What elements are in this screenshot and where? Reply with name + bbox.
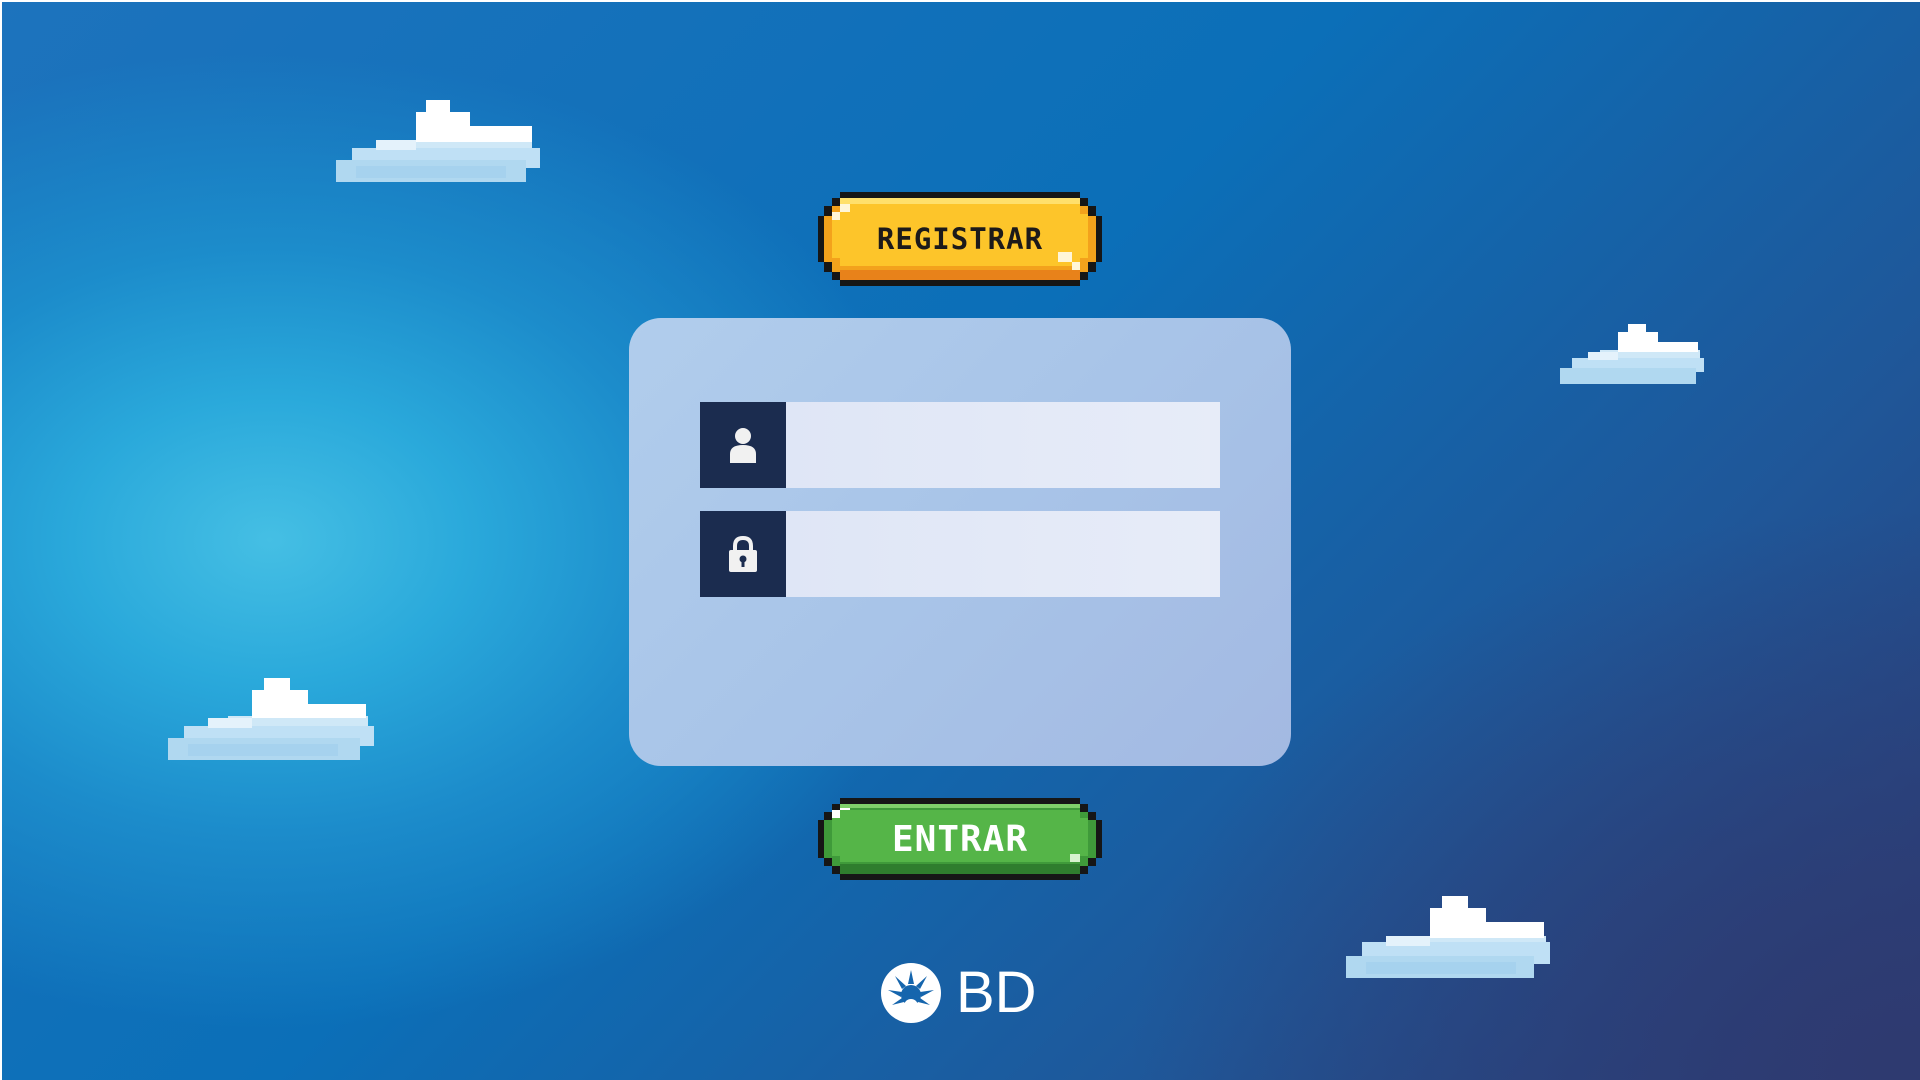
cloud-icon — [336, 100, 540, 184]
enter-button[interactable]: ENTRAR — [818, 798, 1102, 880]
password-input[interactable] — [786, 511, 1220, 597]
user-icon — [730, 428, 756, 463]
bd-logo-text: BD — [956, 960, 1037, 1025]
cloud-icon — [168, 678, 374, 762]
bd-logo-mark-icon — [881, 963, 941, 1023]
username-input[interactable] — [786, 402, 1220, 488]
username-field-row — [700, 402, 1220, 488]
password-field-row — [700, 511, 1220, 597]
frame-left-line — [0, 0, 2, 1080]
lock-icon — [729, 535, 757, 572]
password-icon-box — [700, 511, 786, 597]
cloud-icon — [1346, 896, 1550, 980]
username-icon-box — [700, 402, 786, 488]
cloud-icon — [1560, 324, 1704, 384]
frame-top-line — [0, 0, 1920, 2]
bd-logo: BD — [880, 960, 1037, 1026]
register-button[interactable]: REGISTRAR — [818, 192, 1102, 286]
